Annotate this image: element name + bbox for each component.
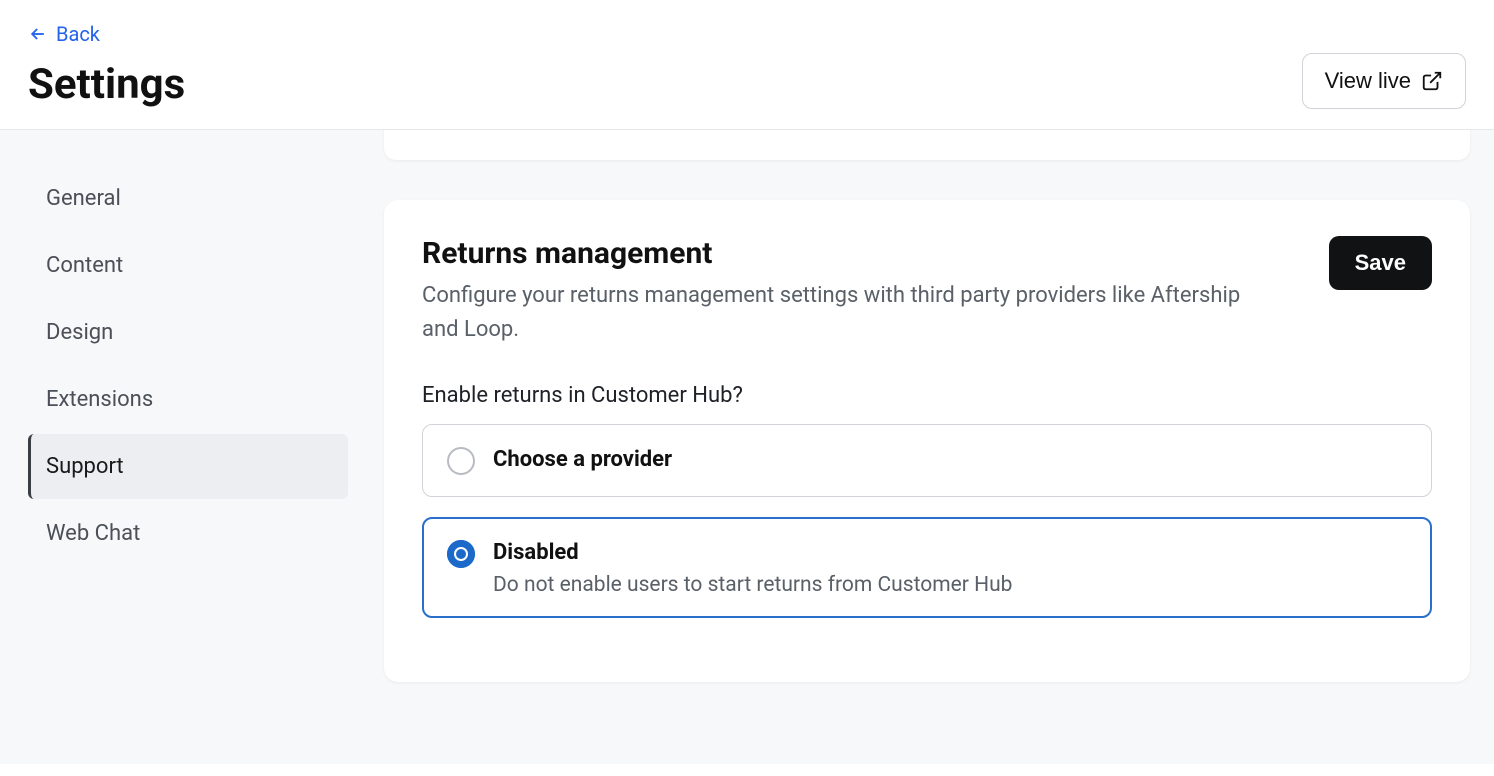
sidebar-item-label: General — [46, 186, 121, 211]
option-title: Choose a provider — [493, 447, 672, 472]
card-description: Configure your returns management settin… — [422, 279, 1242, 347]
card-header: Returns management Configure your return… — [422, 236, 1432, 347]
sidebar-item-design[interactable]: Design — [28, 300, 348, 365]
radio-icon — [447, 447, 475, 475]
arrow-left-icon — [28, 24, 48, 44]
sidebar-item-label: Content — [46, 253, 123, 278]
sidebar-item-label: Extensions — [46, 387, 153, 412]
save-button[interactable]: Save — [1329, 236, 1432, 290]
back-link[interactable]: Back — [28, 22, 185, 46]
option-text: Disabled Do not enable users to start re… — [493, 538, 1407, 597]
card-header-text: Returns management Configure your return… — [422, 236, 1242, 347]
page-header: Back Settings View live — [0, 0, 1494, 130]
enable-returns-label: Enable returns in Customer Hub? — [422, 383, 1432, 408]
sidebar-item-content[interactable]: Content — [28, 233, 348, 298]
previous-card-bottom — [384, 130, 1470, 160]
main-content: Returns management Configure your return… — [360, 130, 1494, 764]
back-label: Back — [56, 22, 100, 46]
radio-option-disabled[interactable]: Disabled Do not enable users to start re… — [422, 517, 1432, 618]
sidebar: General Content Design Extensions Suppor… — [0, 130, 360, 764]
sidebar-item-label: Support — [46, 454, 124, 479]
radio-icon-selected — [447, 540, 475, 568]
view-live-label: View live — [1325, 68, 1411, 94]
header-left: Back Settings — [28, 22, 185, 109]
option-text: Choose a provider — [493, 445, 1407, 476]
sidebar-item-label: Design — [46, 320, 113, 345]
external-link-icon — [1421, 70, 1443, 92]
sidebar-item-label: Web Chat — [46, 521, 140, 546]
option-description: Do not enable users to start returns fro… — [493, 573, 1407, 597]
sidebar-item-web-chat[interactable]: Web Chat — [28, 501, 348, 566]
sidebar-item-extensions[interactable]: Extensions — [28, 367, 348, 432]
view-live-button[interactable]: View live — [1302, 53, 1466, 109]
sidebar-item-support[interactable]: Support — [28, 434, 348, 499]
sidebar-item-general[interactable]: General — [28, 166, 348, 231]
card-title: Returns management — [422, 236, 1242, 271]
body-area: General Content Design Extensions Suppor… — [0, 130, 1494, 764]
option-title: Disabled — [493, 538, 1407, 569]
page-title: Settings — [28, 60, 185, 109]
returns-management-card: Returns management Configure your return… — [384, 200, 1470, 682]
radio-option-choose-provider[interactable]: Choose a provider — [422, 424, 1432, 497]
